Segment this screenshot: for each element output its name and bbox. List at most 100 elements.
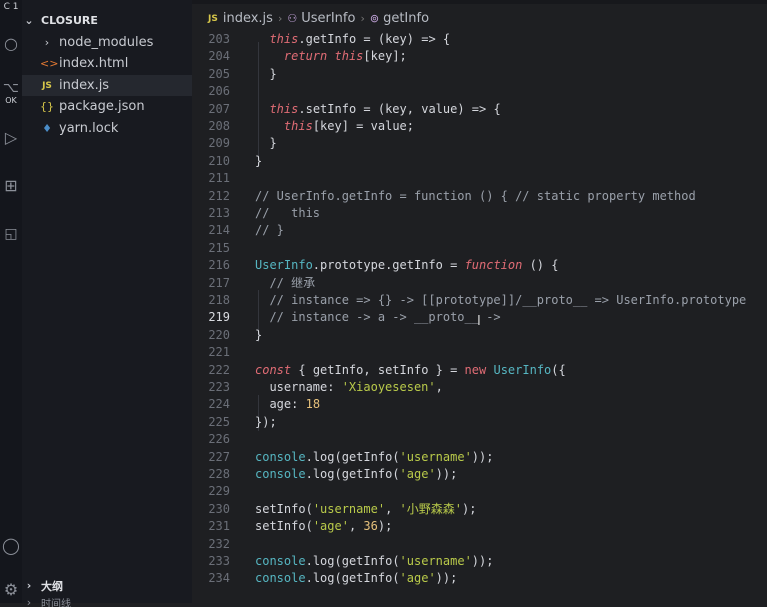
code-line[interactable]: 206 [192,83,767,100]
code-line[interactable]: 210} [192,153,767,170]
code-line[interactable]: 227 console.log(getInfo('username')); [192,449,767,466]
code-text: // this [255,206,321,220]
line-number: 203 [208,32,230,46]
line-number: 205 [208,66,230,81]
code-line[interactable]: 224 age: 18 [192,396,767,413]
run-debug-icon[interactable]: ▷ [0,128,22,147]
line-number: 234 [208,571,230,586]
code-line[interactable]: 211 [192,170,767,187]
code-line[interactable]: 223 username: 'Xiaoyesesen', [192,379,767,396]
line-number: 215 [208,240,230,255]
account-icon[interactable]: ◯ [0,536,22,555]
yarn-file-icon: ♦ [42,122,52,135]
line-number: 211 [208,171,230,186]
line-number: 207 [208,101,230,116]
search-icon[interactable]: ○ [0,34,22,53]
source-control-icon[interactable]: ⌥ [0,80,22,96]
activity-bar: C 1 ○ ⌥ OK ▷ ⊞ ◱ ◯ ⚙ [0,0,22,603]
tree-item-label: yarn.lock [59,121,119,136]
code-text: username: 'Xiaoyesesen', [269,380,443,394]
code-line[interactable]: 220} [192,327,767,344]
code-text: }); [255,414,277,429]
code-line[interactable]: 231 setInfo('age', 36); [192,518,767,535]
code-line[interactable]: 233 console.log(getInfo('username')); [192,553,767,570]
extensions-icon[interactable]: ⊞ [0,176,22,195]
code-text: // instance -> a -> __proto__ -> [269,310,501,325]
source-control-badge: OK [5,96,17,105]
tree-item-yarn-lock[interactable]: ♦ yarn.lock [22,118,210,139]
line-number: 216 [208,258,230,273]
code-text: UserInfo.prototype.getInfo = function ()… [255,258,559,273]
breadcrumb-class[interactable]: UserInfo [301,11,355,26]
tree-item-node-modules[interactable]: › node_modules [22,32,210,53]
window-badge: C 1 [3,2,19,12]
timeline-section-header[interactable]: › 时间线 [22,597,192,607]
code-text: // UserInfo.getInfo = function () { // s… [255,188,696,203]
code-line[interactable]: 232 [192,536,767,553]
code-text: } [255,327,263,342]
code-line[interactable]: 215 [192,240,767,257]
tree-item-package-json[interactable]: {} package.json [22,96,210,117]
code-line[interactable]: 221 [192,344,767,361]
chevron-right-icon: › [360,12,365,25]
code-text: this.getInfo = (key) => { [269,32,451,46]
chevron-down-icon: ⌄ [24,14,34,27]
breadcrumb-method[interactable]: getInfo [383,11,429,26]
breadcrumb-file[interactable]: index.js [223,11,273,26]
tree-item-label: package.json [59,99,145,114]
code-line[interactable]: 230 setInfo('username', '小野森森'); [192,501,767,518]
line-number: 221 [208,345,230,360]
tree-item-index-html[interactable]: <> index.html [22,53,210,74]
line-number: 232 [208,536,230,551]
line-number: 222 [208,362,230,377]
line-number: 225 [208,414,230,429]
code-line[interactable]: 234 console.log(getInfo('age')); [192,570,767,587]
code-editor[interactable]: JS index.js › ⚇ UserInfo › ⊚ getInfo 203… [192,0,767,603]
explorer-folder-header[interactable]: ⌄ CLOSURE [22,10,192,31]
code-line[interactable]: 208 this[key] = value; [192,118,767,135]
tree-item-label: node_modules [59,35,154,50]
remote-icon[interactable]: ◱ [0,226,22,242]
settings-gear-icon[interactable]: ⚙ [0,580,22,599]
code-line[interactable]: 217 // 继承 [192,275,767,292]
code-line[interactable]: 212 // UserInfo.getInfo = function () { /… [192,188,767,205]
code-line[interactable]: 228 console.log(getInfo('age')); [192,466,767,483]
tree-item-label: index.js [59,78,110,93]
code-text: } [255,136,277,151]
method-icon: ⊚ [369,12,380,25]
outline-section-header[interactable]: › 大纲 [22,575,192,596]
mouse-cursor-icon: I [477,314,481,329]
code-line[interactable]: 205 } [192,66,767,83]
js-file-icon: JS [42,80,52,91]
code-text: } [255,153,263,168]
code-line[interactable]: 222 const { getInfo, setInfo } = new User… [192,362,767,379]
code-line[interactable]: 226 [192,431,767,448]
code-line[interactable]: 214 // } [192,222,767,239]
line-number: 226 [208,432,230,447]
line-number: 228 [208,467,230,481]
line-number: 217 [208,275,230,290]
code-line[interactable]: 203 this.getInfo = (key) => { [192,31,767,48]
explorer-sidebar: ⌄ CLOSURE › node_modules <> index.html J… [22,0,210,607]
code-text: // } [255,223,284,238]
code-line[interactable]: 204 return this[key]; [192,48,767,65]
code-line[interactable]: 225}); [192,414,767,431]
code-text: setInfo('username', '小野森森'); [255,501,477,516]
code-text: // instance => {} -> [[prototype]]/__pro… [269,293,747,307]
code-line[interactable]: 213 // this [192,205,767,222]
code-line[interactable]: 216 UserInfo.prototype.getInfo = function… [192,257,767,274]
line-number: 204 [208,49,230,64]
line-number: 224 [208,397,230,412]
line-number: 208 [208,119,230,133]
tree-item-index-js[interactable]: JS index.js [22,75,210,96]
code-line[interactable]: 207 this.setInfo = (key, value) => { [192,101,767,118]
code-text: return this[key]; [283,49,407,64]
code-line[interactable]: 218 // instance => {} -> [[prototype]]/_… [192,292,767,309]
code-line[interactable]: 229 [192,483,767,500]
code-text: setInfo('age', 36); [255,519,393,534]
code-text: age: 18 [269,397,321,412]
line-number: 231 [208,519,230,534]
code-line[interactable]: 209 } [192,135,767,152]
code-text: this.setInfo = (key, value) => { [269,101,501,116]
chevron-right-icon: › [26,579,32,592]
